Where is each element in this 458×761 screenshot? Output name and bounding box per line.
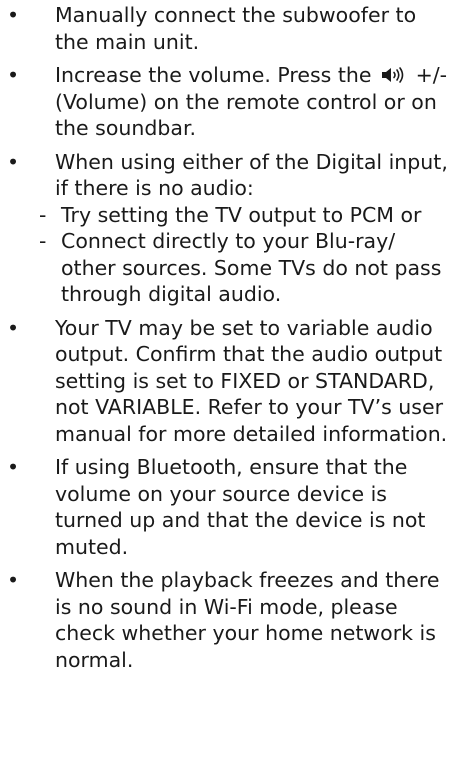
item-text: Manually connect the subwoofer to the ma… [55,3,417,54]
item-text: When the playback freezes and there is n… [55,568,440,672]
bullet: • [6,149,20,174]
sub-item-connect-directly: - Connect directly to your Blu-ray/ othe… [39,228,450,308]
list-item-digital-input: • When using either of the Digital input… [0,149,458,308]
troubleshooting-page: • Manually connect the subwoofer to the … [0,0,458,761]
bullet: • [6,568,20,592]
item-text: Your TV may be set to variable audio out… [55,315,448,446]
list-item-connect-subwoofer: • Manually connect the subwoofer to the … [0,2,458,55]
bullet: • [6,455,20,479]
item-text-before-icon: Increase the volume. Press the [55,63,379,87]
dash: - [39,202,47,227]
bullet: • [6,3,20,27]
speaker-volume-icon [382,67,404,83]
bullet: • [6,315,20,340]
sub-item-pcm: - Try setting the TV output to PCM or [39,202,450,229]
digital-input-sub-list: - Try setting the TV output to PCM or - … [39,202,450,308]
list-item-variable-audio: • Your TV may be set to variable audio o… [0,315,458,448]
item-text: When using either of the Digital input, … [55,149,448,201]
dash: - [39,229,47,253]
list-item-bluetooth: • If using Bluetooth, ensure that the vo… [0,454,458,560]
sub-item-text: Connect directly to your Blu-ray/ other … [61,229,442,306]
list-item-increase-volume: • Increase the volume. Press the +/- (Vo… [0,62,458,142]
troubleshooting-list: • Manually connect the subwoofer to the … [0,2,458,673]
sub-item-text: Try setting the TV output to PCM or [61,202,422,227]
list-item-wifi-playback: • When the playback freezes and there is… [0,567,458,673]
item-text: If using Bluetooth, ensure that the volu… [55,455,426,559]
bullet: • [6,63,20,87]
